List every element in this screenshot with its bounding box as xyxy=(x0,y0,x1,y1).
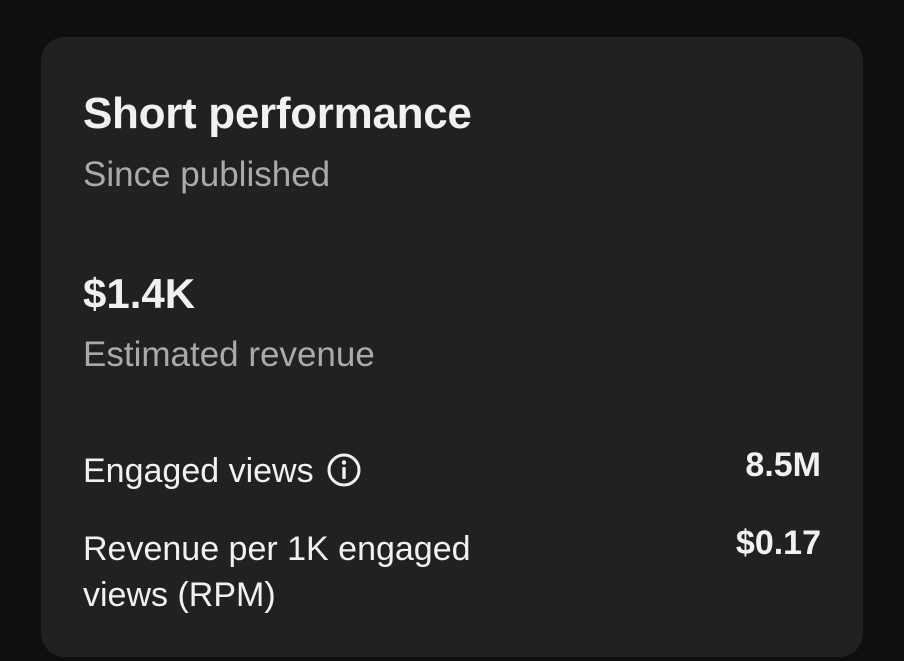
card-title: Short performance xyxy=(83,89,472,138)
metric-row-engaged-views: Engaged views 8.5M xyxy=(83,446,821,498)
card-subtitle: Since published xyxy=(83,155,331,194)
estimated-revenue-label: Estimated revenue xyxy=(83,335,375,374)
info-icon-graphic xyxy=(327,453,361,487)
engaged-views-value: 8.5M xyxy=(745,446,821,484)
rpm-label: Revenue per 1K engaged views (RPM) xyxy=(83,530,471,614)
info-icon[interactable] xyxy=(326,452,362,488)
short-performance-card: Short performance Since published $1.4K … xyxy=(41,37,863,657)
rpm-value: $0.17 xyxy=(735,524,821,562)
estimated-revenue-value: $1.4K xyxy=(83,270,196,317)
metric-row-rpm: Revenue per 1K engaged views (RPM) $0.17 xyxy=(83,524,821,626)
engaged-views-label: Engaged views xyxy=(83,452,314,490)
engaged-views-label-container: Engaged views xyxy=(83,448,523,494)
